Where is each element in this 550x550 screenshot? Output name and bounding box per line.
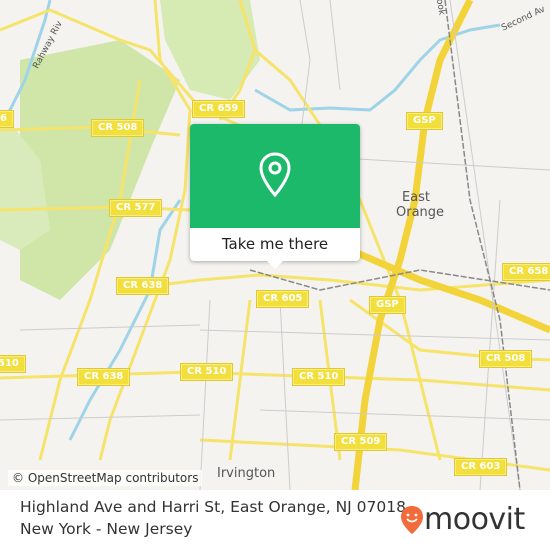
road-shield: 510 bbox=[0, 355, 26, 373]
road-shield: CR 509 bbox=[333, 433, 388, 451]
road-shield: CR 508 bbox=[478, 350, 533, 368]
road-shield: CR 577 bbox=[108, 199, 163, 217]
road-shield: CR 638 bbox=[76, 368, 131, 386]
map-pin-icon bbox=[259, 152, 291, 198]
location-popup: Take me there bbox=[190, 124, 360, 261]
address: Highland Ave and Harri St, East Orange, … bbox=[20, 496, 411, 540]
road-shield: CR 603 bbox=[453, 458, 508, 476]
road-shield: CR 510 bbox=[179, 363, 234, 381]
street-label: ook bbox=[433, 0, 447, 16]
river bbox=[254, 23, 501, 112]
road-shield: GSP bbox=[406, 112, 443, 130]
popup-pointer bbox=[266, 260, 284, 269]
address-line-1: Highland Ave and Harri St, East Orange, … bbox=[20, 498, 411, 516]
road-shield: CR 658 bbox=[501, 263, 550, 281]
map-attribution[interactable]: © OpenStreetMap contributors bbox=[8, 470, 203, 486]
take-me-there-button[interactable]: Take me there bbox=[190, 228, 360, 261]
road-shield: GSP bbox=[369, 296, 406, 314]
road-shield: CR 659 bbox=[191, 100, 246, 118]
moovit-logo[interactable]: moovit bbox=[400, 502, 525, 537]
place-label-east-orange: East Orange bbox=[396, 190, 445, 220]
road-shield: CR 510 bbox=[291, 368, 346, 386]
road-shield: CR 605 bbox=[255, 290, 310, 308]
address-line-2: New York - New Jersey bbox=[20, 520, 193, 538]
road-shield: CR 508 bbox=[90, 119, 145, 137]
logo-text: moovit bbox=[424, 502, 525, 537]
place-label-irvington: Irvington bbox=[217, 466, 276, 481]
road-shield: CR 638 bbox=[115, 277, 170, 295]
moovit-pin-icon bbox=[401, 505, 423, 534]
road-shield: 6 bbox=[0, 110, 14, 128]
